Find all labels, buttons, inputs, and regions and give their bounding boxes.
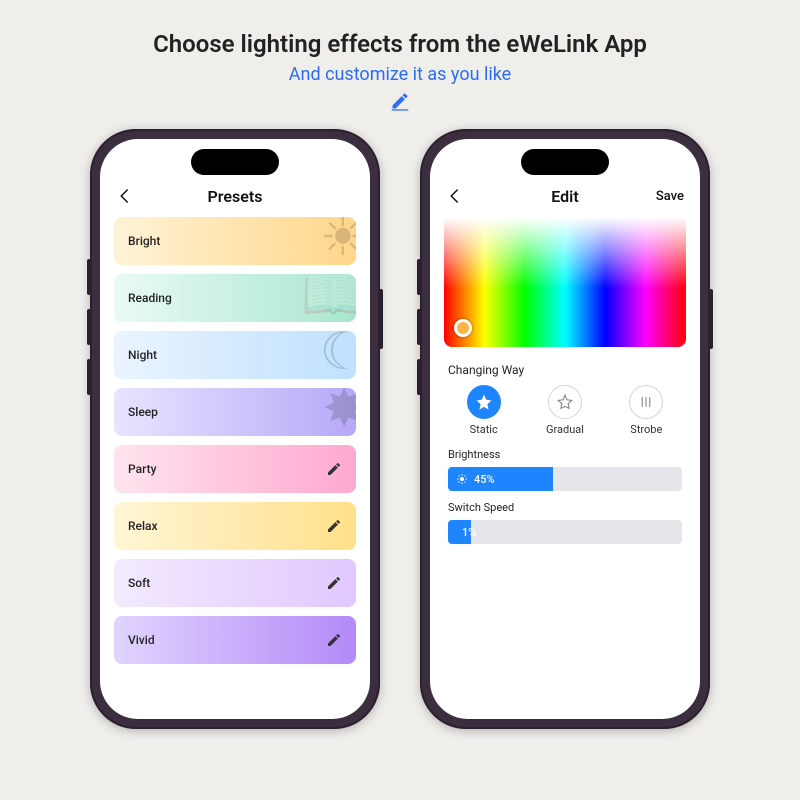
preset-label: Soft <box>128 576 150 590</box>
preset-relax[interactable]: Relax <box>114 502 356 550</box>
brightness-slider[interactable]: 45% <box>448 467 682 491</box>
pencil-icon[interactable] <box>326 575 342 591</box>
subheadline: And customize it as you like <box>0 64 800 85</box>
edit-icon <box>0 91 800 111</box>
preset-label: Vivid <box>128 633 155 647</box>
moon-icon: ☾ <box>319 331 356 379</box>
preset-soft[interactable]: Soft <box>114 559 356 607</box>
book-icon: 📖 <box>301 274 356 322</box>
phone-presets: Presets Bright ☀ Reading 📖 Night ☾ Sleep <box>90 129 380 729</box>
star-icon <box>467 385 501 419</box>
dynamic-island <box>521 149 609 175</box>
preset-label: Bright <box>128 234 160 248</box>
preset-label: Party <box>128 462 156 476</box>
preset-label: Reading <box>128 291 172 305</box>
screen-title: Presets <box>100 187 370 206</box>
brightness-icon <box>456 473 468 485</box>
brightness-value: 45% <box>474 473 495 486</box>
color-picker[interactable] <box>444 217 686 347</box>
switch-speed-fill: 1% <box>448 520 471 544</box>
star-icon <box>548 385 582 419</box>
preset-sleep[interactable]: Sleep ✸ <box>114 388 356 436</box>
dynamic-island <box>191 149 279 175</box>
phone-edit: Edit Save Changing Way Static Gradual S <box>420 129 710 729</box>
preset-night[interactable]: Night ☾ <box>114 331 356 379</box>
back-button[interactable] <box>116 187 134 205</box>
pencil-icon[interactable] <box>326 632 342 648</box>
preset-label: Night <box>128 348 157 362</box>
preset-reading[interactable]: Reading 📖 <box>114 274 356 322</box>
headline: Choose lighting effects from the eWeLink… <box>0 0 800 58</box>
changing-way-label: Changing Way <box>430 357 700 383</box>
mode-strobe[interactable]: Strobe <box>629 385 663 436</box>
color-thumb[interactable] <box>454 319 472 337</box>
sun-icon: ☀ <box>319 217 356 265</box>
mode-label: Strobe <box>630 423 662 436</box>
preset-label: Relax <box>128 519 158 533</box>
mode-static[interactable]: Static <box>467 385 501 436</box>
save-button[interactable]: Save <box>656 189 684 204</box>
sleep-icon: ✸ <box>322 388 356 436</box>
back-button[interactable] <box>446 187 464 205</box>
strobe-icon <box>629 385 663 419</box>
preset-party[interactable]: Party <box>114 445 356 493</box>
mode-selector: Static Gradual Strobe <box>430 383 700 446</box>
preset-label: Sleep <box>128 405 158 419</box>
brightness-label: Brightness <box>448 448 682 461</box>
mode-gradual[interactable]: Gradual <box>546 385 584 436</box>
switch-speed-label: Switch Speed <box>448 501 682 514</box>
mode-label: Static <box>470 423 498 436</box>
switch-speed-slider[interactable]: 1% <box>448 520 682 544</box>
switch-speed-value: 1% <box>462 526 476 539</box>
mode-label: Gradual <box>546 423 584 436</box>
brightness-fill: 45% <box>448 467 553 491</box>
preset-bright[interactable]: Bright ☀ <box>114 217 356 265</box>
preset-vivid[interactable]: Vivid <box>114 616 356 664</box>
preset-list: Bright ☀ Reading 📖 Night ☾ Sleep ✸ Party <box>100 213 370 668</box>
pencil-icon[interactable] <box>326 518 342 534</box>
pencil-icon[interactable] <box>326 461 342 477</box>
